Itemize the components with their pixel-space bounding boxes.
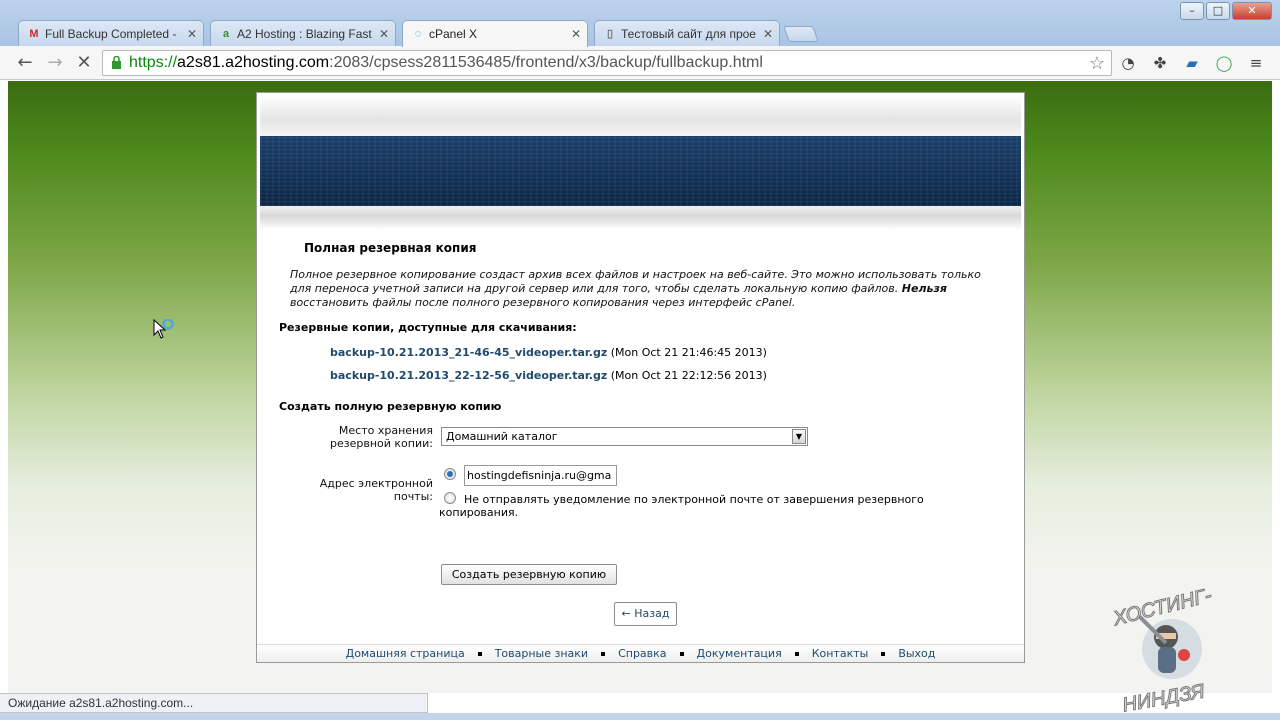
footer-separator bbox=[794, 652, 799, 656]
ninja-logo: ХОСТИНГ- НИНДЗЯ bbox=[1110, 585, 1215, 713]
a2-icon: a bbox=[222, 28, 230, 40]
email-label-line: Адрес электронной bbox=[319, 477, 433, 490]
close-window-icon[interactable]: ✕ bbox=[1232, 2, 1272, 20]
window-controls: – □ ✕ bbox=[1180, 2, 1272, 20]
page-title: Полная резервная копия bbox=[304, 241, 477, 255]
puzzle-extension-icon[interactable]: ✤ bbox=[1150, 53, 1170, 73]
window-bottom-edge bbox=[0, 713, 1280, 720]
url-path: :2083/cpsess2811536485/frontend/x3/backu… bbox=[329, 54, 763, 71]
footer-separator bbox=[601, 652, 606, 656]
menu-icon[interactable]: ≡ bbox=[1246, 53, 1266, 73]
page-icon: ▯ bbox=[606, 28, 614, 40]
backup-row: backup-10.21.2013_21-46-45_videoper.tar.… bbox=[330, 346, 767, 359]
footer-separator bbox=[881, 652, 886, 656]
tab-label: Тестовый сайт для прое bbox=[621, 27, 756, 41]
status-bar: Ожидание a2s81.a2hosting.com... bbox=[0, 693, 428, 713]
email-label-line: почты: bbox=[393, 490, 433, 503]
email-label: Адрес электронной почты: bbox=[297, 477, 433, 503]
new-tab-button[interactable] bbox=[783, 26, 819, 42]
back-arrow-icon[interactable]: ← bbox=[14, 52, 36, 74]
bookmark-star-icon[interactable]: ☆ bbox=[1089, 51, 1105, 75]
chevron-down-icon[interactable]: ▼ bbox=[792, 429, 806, 444]
footer-link-logout[interactable]: Выход bbox=[898, 647, 935, 660]
description-text: Полное резервное копирование создаст арх… bbox=[290, 268, 981, 295]
close-tab-icon[interactable]: ✕ bbox=[187, 21, 197, 46]
url-scheme: https:// bbox=[129, 54, 178, 71]
lock-icon bbox=[112, 56, 121, 69]
tab-label: Full Backup Completed - bbox=[45, 27, 177, 41]
footer-nav: Домашняя страница Товарные знаки Справка До… bbox=[257, 644, 1024, 662]
busy-cursor-icon bbox=[153, 319, 174, 339]
backup-download-link[interactable]: backup-10.21.2013_21-46-45_videoper.tar.… bbox=[330, 346, 607, 359]
destination-label-line: Место хранения bbox=[338, 424, 433, 437]
backup-date: (Mon Oct 21 22:12:56 2013) bbox=[610, 369, 767, 382]
email-field[interactable]: hostingdefisninja.ru@gma bbox=[464, 465, 617, 486]
tab-test-site[interactable]: ▯ Тестовый сайт для прое ✕ bbox=[594, 20, 780, 46]
footer-link-docs[interactable]: Документация bbox=[697, 647, 782, 660]
address-bar[interactable]: https://a2s81.a2hosting.com:2083/cpsess2… bbox=[102, 50, 1112, 76]
footer-link-contacts[interactable]: Контакты bbox=[812, 647, 869, 660]
footer-separator bbox=[477, 652, 482, 656]
destination-label: Место хранения резервной копии: bbox=[297, 424, 433, 450]
tab-gmail[interactable]: M Full Backup Completed - ✕ bbox=[18, 20, 204, 46]
description-warning: Нельзя bbox=[901, 282, 947, 295]
tab-label: A2 Hosting : Blazing Fast bbox=[237, 27, 372, 41]
clock-extension-icon[interactable]: ◔ bbox=[1118, 53, 1138, 73]
tab-cpanel[interactable]: ◌ cPanel X ✕ bbox=[402, 20, 588, 47]
cpanel-banner bbox=[260, 136, 1021, 206]
footer-link-trademarks[interactable]: Товарные знаки bbox=[495, 647, 588, 660]
backup-download-link[interactable]: backup-10.21.2013_22-12-56_videoper.tar.… bbox=[330, 369, 607, 382]
minimize-icon[interactable]: – bbox=[1180, 2, 1204, 20]
header-stripe bbox=[260, 96, 1021, 136]
backup-row: backup-10.21.2013_22-12-56_videoper.tar.… bbox=[330, 369, 767, 382]
email-notify-radio[interactable] bbox=[444, 468, 456, 480]
backup-destination-select[interactable]: Домашний каталог ▼ bbox=[441, 427, 808, 446]
description-text-end: восстановить файлы после полного резервн… bbox=[290, 296, 796, 309]
create-backup-button[interactable]: Создать резервную копию bbox=[441, 564, 617, 585]
backup-date: (Mon Oct 21 21:46:45 2013) bbox=[610, 346, 767, 359]
footer-separator bbox=[679, 652, 684, 656]
stop-loading-icon[interactable]: ✕ bbox=[73, 52, 95, 74]
forward-arrow-icon[interactable]: → bbox=[44, 52, 66, 74]
no-email-label: Не отправлять уведомление по электронной… bbox=[439, 493, 924, 519]
url-host: a2s81.a2hosting.com bbox=[177, 54, 330, 71]
refresh-extension-icon[interactable]: ◯ bbox=[1214, 53, 1234, 73]
close-tab-icon[interactable]: ✕ bbox=[571, 21, 581, 47]
cpanel-content: Полная резервная копия Полное резервное … bbox=[256, 92, 1025, 663]
downloads-heading: Резервные копии, доступные для скачивани… bbox=[279, 321, 577, 334]
tab-a2hosting[interactable]: a A2 Hosting : Blazing Fast ✕ bbox=[210, 20, 396, 46]
gmail-icon: M bbox=[29, 28, 39, 40]
footer-link-home[interactable]: Домашняя страница bbox=[346, 647, 465, 660]
destination-label-line: резервной копии: bbox=[330, 437, 433, 450]
create-backup-heading: Создать полную резервную копию bbox=[279, 400, 502, 413]
destination-value: Домашний каталог bbox=[446, 430, 558, 443]
loading-icon: ◌ bbox=[414, 28, 422, 40]
logo-text-bottom: НИНДЗЯ bbox=[1121, 680, 1207, 713]
browser-titlebar: M Full Backup Completed - ✕ a A2 Hosting… bbox=[0, 0, 1280, 47]
back-button[interactable]: ← Назад bbox=[614, 602, 677, 626]
footer-link-help[interactable]: Справка bbox=[618, 647, 666, 660]
sub-stripe bbox=[260, 206, 1021, 230]
close-tab-icon[interactable]: ✕ bbox=[379, 21, 389, 46]
page-description: Полное резервное копирование создаст арх… bbox=[290, 268, 1000, 310]
tab-label: cPanel X bbox=[429, 27, 478, 41]
close-tab-icon[interactable]: ✕ bbox=[763, 21, 773, 46]
maximize-icon[interactable]: □ bbox=[1206, 2, 1230, 20]
browser-toolbar: ← → ✕ https://a2s81.a2hosting.com:2083/c… bbox=[0, 46, 1280, 80]
cast-extension-icon[interactable]: ▰ bbox=[1182, 53, 1202, 73]
